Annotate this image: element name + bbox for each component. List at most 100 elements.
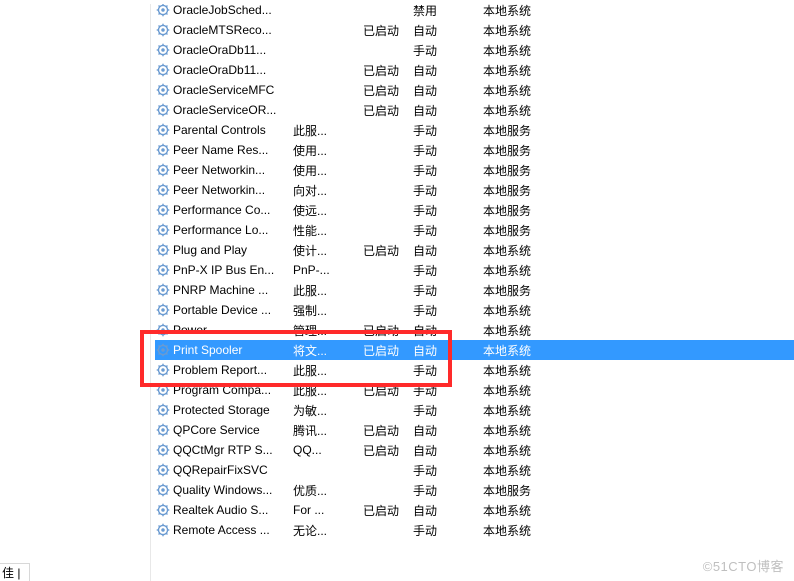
service-description: 无论... xyxy=(293,522,363,539)
service-row[interactable]: Parental Controls此服...手动本地服务 xyxy=(155,120,794,140)
service-name: QQRepairFixSVC xyxy=(173,463,293,477)
service-description: 此服... xyxy=(293,282,363,299)
service-startup: 手动 xyxy=(413,462,483,479)
service-row[interactable]: Program Compa...此服...已启动手动本地系统 xyxy=(155,380,794,400)
service-name: Plug and Play xyxy=(173,243,293,257)
service-description: 性能... xyxy=(293,222,363,239)
service-name: Print Spooler xyxy=(173,343,293,357)
service-row[interactable]: QQRepairFixSVC手动本地系统 xyxy=(155,460,794,480)
gear-icon xyxy=(155,202,171,218)
service-logon: 本地系统 xyxy=(483,342,603,359)
service-status: 已启动 xyxy=(363,502,413,519)
service-name: OracleMTSReco... xyxy=(173,23,293,37)
service-row[interactable]: PNRP Machine ...此服...手动本地服务 xyxy=(155,280,794,300)
service-name: Problem Report... xyxy=(173,363,293,377)
service-startup: 手动 xyxy=(413,482,483,499)
service-row[interactable]: Protected Storage为敏...手动本地系统 xyxy=(155,400,794,420)
service-name: Peer Networkin... xyxy=(173,163,293,177)
service-row[interactable]: OracleServiceOR...已启动自动本地系统 xyxy=(155,100,794,120)
service-description: QQ... xyxy=(293,443,363,457)
service-row[interactable]: Performance Co...使远...手动本地服务 xyxy=(155,200,794,220)
service-startup: 自动 xyxy=(413,22,483,39)
service-startup: 自动 xyxy=(413,502,483,519)
service-status: 已启动 xyxy=(363,22,413,39)
gear-icon xyxy=(155,402,171,418)
service-startup: 手动 xyxy=(413,302,483,319)
gear-icon xyxy=(155,442,171,458)
gear-icon xyxy=(155,522,171,538)
service-name: PnP-X IP Bus En... xyxy=(173,263,293,277)
gear-icon xyxy=(155,222,171,238)
service-row[interactable]: Peer Name Res...使用...手动本地服务 xyxy=(155,140,794,160)
gear-icon xyxy=(155,462,171,478)
service-logon: 本地系统 xyxy=(483,22,603,39)
service-name: Realtek Audio S... xyxy=(173,503,293,517)
service-row[interactable]: Quality Windows...优质...手动本地服务 xyxy=(155,480,794,500)
service-name: Protected Storage xyxy=(173,403,293,417)
service-description: 此服... xyxy=(293,382,363,399)
service-row[interactable]: Peer Networkin...使用...手动本地服务 xyxy=(155,160,794,180)
gear-icon xyxy=(155,302,171,318)
service-description: 使计... xyxy=(293,242,363,259)
service-startup: 手动 xyxy=(413,122,483,139)
gear-icon xyxy=(155,22,171,38)
gear-icon xyxy=(155,482,171,498)
service-row[interactable]: Problem Report...此服...手动本地系统 xyxy=(155,360,794,380)
gear-icon xyxy=(155,82,171,98)
service-logon: 本地服务 xyxy=(483,122,603,139)
service-logon: 本地服务 xyxy=(483,182,603,199)
service-row[interactable]: Performance Lo...性能...手动本地服务 xyxy=(155,220,794,240)
service-description: 使用... xyxy=(293,162,363,179)
service-startup: 手动 xyxy=(413,42,483,59)
service-logon: 本地系统 xyxy=(483,82,603,99)
service-status: 已启动 xyxy=(363,422,413,439)
gear-icon xyxy=(155,262,171,278)
service-row[interactable]: Plug and Play使计...已启动自动本地系统 xyxy=(155,240,794,260)
service-name: QQCtMgr RTP S... xyxy=(173,443,293,457)
gear-icon xyxy=(155,102,171,118)
services-list[interactable]: OracleJobSched...禁用本地系统OracleMTSReco...已… xyxy=(0,0,794,540)
service-logon: 本地系统 xyxy=(483,262,603,279)
service-startup: 手动 xyxy=(413,362,483,379)
gear-icon xyxy=(155,322,171,338)
service-name: Portable Device ... xyxy=(173,303,293,317)
service-name: Parental Controls xyxy=(173,123,293,137)
footer-stub: 佳 | xyxy=(0,563,30,581)
service-logon: 本地服务 xyxy=(483,482,603,499)
service-description: 将文... xyxy=(293,342,363,359)
service-logon: 本地系统 xyxy=(483,2,603,19)
service-row[interactable]: OracleOraDb11...已启动自动本地系统 xyxy=(155,60,794,80)
service-row[interactable]: Remote Access ...无论...手动本地系统 xyxy=(155,520,794,540)
service-startup: 手动 xyxy=(413,382,483,399)
service-name: OracleOraDb11... xyxy=(173,43,293,57)
service-name: QPCore Service xyxy=(173,423,293,437)
service-row[interactable]: OracleOraDb11... 手动本地系统 xyxy=(155,40,794,60)
service-status: 已启动 xyxy=(363,382,413,399)
service-row[interactable]: QQCtMgr RTP S...QQ...已启动自动本地系统 xyxy=(155,440,794,460)
service-logon: 本地服务 xyxy=(483,162,603,179)
service-startup: 自动 xyxy=(413,82,483,99)
service-row[interactable]: PnP-X IP Bus En...PnP-...手动本地系统 xyxy=(155,260,794,280)
service-startup: 自动 xyxy=(413,342,483,359)
service-logon: 本地服务 xyxy=(483,202,603,219)
service-logon: 本地服务 xyxy=(483,282,603,299)
service-logon: 本地服务 xyxy=(483,222,603,239)
gear-icon xyxy=(155,242,171,258)
service-description: 使用... xyxy=(293,142,363,159)
service-logon: 本地系统 xyxy=(483,42,603,59)
service-row[interactable]: OracleServiceMFC已启动自动本地系统 xyxy=(155,80,794,100)
service-row[interactable]: Peer Networkin...向对...手动本地服务 xyxy=(155,180,794,200)
service-startup: 手动 xyxy=(413,522,483,539)
service-status: 已启动 xyxy=(363,62,413,79)
gear-icon xyxy=(155,362,171,378)
service-logon: 本地服务 xyxy=(483,142,603,159)
service-row[interactable]: QPCore Service腾讯...已启动自动本地系统 xyxy=(155,420,794,440)
service-row[interactable]: Realtek Audio S...For ...已启动自动本地系统 xyxy=(155,500,794,520)
service-row[interactable]: Power管理...已启动自动本地系统 xyxy=(155,320,794,340)
service-name: OracleOraDb11... xyxy=(173,63,293,77)
service-row[interactable]: OracleMTSReco... 已启动自动本地系统 xyxy=(155,20,794,40)
gear-icon xyxy=(155,162,171,178)
service-description: 管理... xyxy=(293,322,363,339)
service-row[interactable]: Print Spooler将文...已启动自动本地系统 xyxy=(155,340,794,360)
service-row[interactable]: Portable Device ...强制...手动本地系统 xyxy=(155,300,794,320)
